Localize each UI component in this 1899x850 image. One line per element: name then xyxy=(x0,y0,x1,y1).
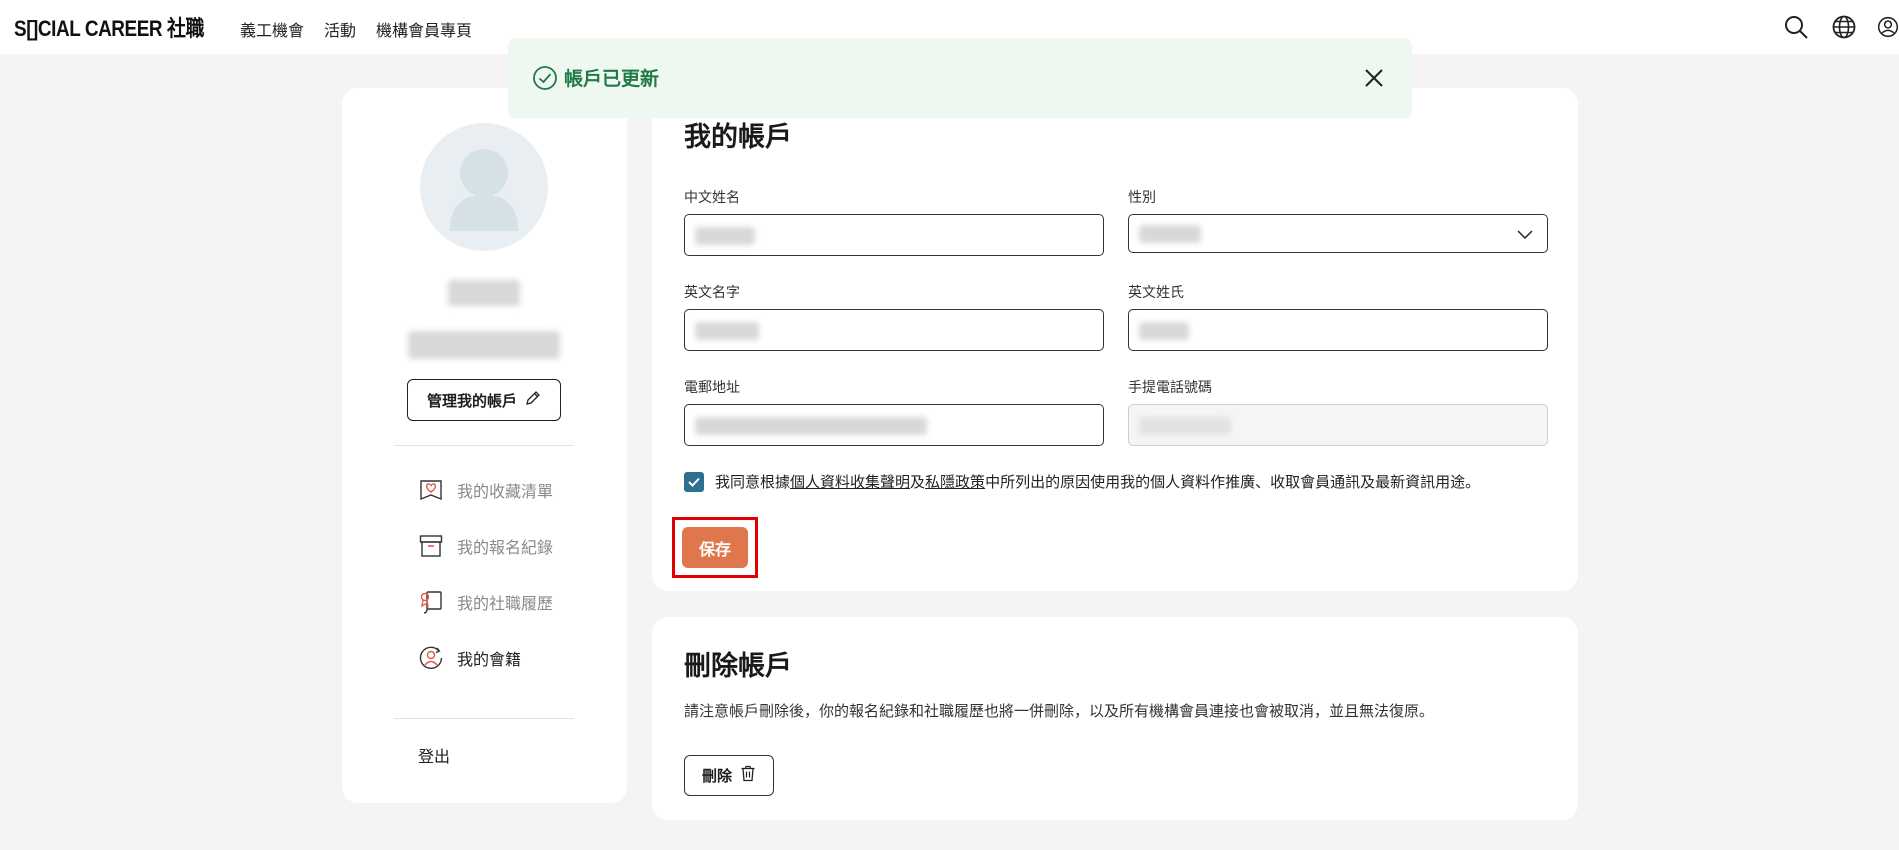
email-input[interactable] xyxy=(684,404,1104,446)
close-icon[interactable] xyxy=(1360,64,1388,92)
sidebar-item-label: 我的收藏清單 xyxy=(457,482,554,501)
consent-prefix: 我同意根據 xyxy=(715,473,791,491)
save-button-highlight: 保存 xyxy=(672,517,758,578)
nav-events[interactable]: 活動 xyxy=(324,17,356,41)
avatar xyxy=(420,123,548,251)
sidebar-item-registrations[interactable]: 我的報名紀錄 xyxy=(417,531,553,561)
resume-icon xyxy=(417,588,445,616)
consent-suffix: 中所列出的原因使用我的個人資料作推廣、收取會員通訊及最新資訊用途。 xyxy=(985,473,1481,491)
consent-text: 我同意根據個人資料收集聲明及私隱政策中所列出的原因使用我的個人資料作推廣、收取會… xyxy=(715,471,1480,492)
chinese-name-input[interactable] xyxy=(684,214,1104,256)
user-name-redacted xyxy=(448,280,520,306)
manage-account-button[interactable]: 管理我的帳戶 xyxy=(407,379,561,421)
english-last-name-input[interactable] xyxy=(1128,309,1548,351)
globe-icon[interactable] xyxy=(1829,12,1859,42)
mobile-label: 手提電話號碼 xyxy=(1128,380,1212,396)
english-first-name-redacted xyxy=(695,322,759,340)
site-logo[interactable]: S[]CIAL CAREER 社職 xyxy=(14,14,204,41)
gender-redacted xyxy=(1139,225,1201,243)
membership-icon xyxy=(417,644,445,672)
gender-label: 性別 xyxy=(1128,190,1156,206)
privacy-statement-link[interactable]: 個人資料收集聲明 xyxy=(790,473,910,491)
mobile-redacted xyxy=(1139,417,1231,435)
english-first-name-label: 英文名字 xyxy=(684,285,740,301)
sidebar-item-membership[interactable]: 我的會籍 xyxy=(417,643,521,673)
toast-message: 帳戶已更新 xyxy=(564,68,660,90)
sidebar-divider-top xyxy=(394,445,574,446)
chinese-name-redacted xyxy=(695,227,755,245)
bookmark-heart-icon xyxy=(417,476,445,504)
archive-box-icon xyxy=(417,532,445,560)
consent-row: 我同意根據個人資料收集聲明及私隱政策中所列出的原因使用我的個人資料作推廣、收取會… xyxy=(684,471,1480,492)
sidebar-item-resume[interactable]: 我的社職履歷 xyxy=(417,587,553,617)
mobile-input[interactable] xyxy=(1128,404,1548,446)
delete-label: 刪除 xyxy=(701,767,732,785)
chevron-down-icon xyxy=(1517,230,1533,240)
english-last-name-label: 英文姓氏 xyxy=(1128,285,1184,301)
english-first-name-input[interactable] xyxy=(684,309,1104,351)
consent-mid: 及 xyxy=(910,473,926,491)
check-circle-icon xyxy=(533,66,557,90)
chinese-name-label: 中文姓名 xyxy=(684,190,740,206)
sidebar-item-bookmarks[interactable]: 我的收藏清單 xyxy=(417,475,553,505)
my-account-card: 我的帳戶 中文姓名 性別 英文名字 英文姓氏 電郵地址 手提電話號碼 我同意根據… xyxy=(652,88,1578,591)
email-redacted xyxy=(695,417,927,435)
trash-icon xyxy=(740,765,756,786)
search-icon[interactable] xyxy=(1781,12,1811,42)
delete-account-button[interactable]: 刪除 xyxy=(684,755,774,796)
header-actions xyxy=(1781,12,1899,42)
delete-warning: 請注意帳戶刪除後，你的報名紀錄和社職履歷也將一併刪除，以及所有機構會員連接也會被… xyxy=(684,702,1435,720)
email-label: 電郵地址 xyxy=(684,380,740,396)
gender-select[interactable] xyxy=(1128,214,1548,253)
delete-title: 刪除帳戶 xyxy=(684,651,792,682)
sidebar-item-label: 我的社職履歷 xyxy=(457,594,554,613)
save-button[interactable]: 保存 xyxy=(682,527,748,568)
success-toast: 帳戶已更新 xyxy=(508,38,1412,118)
sidebar-item-label: 我的報名紀錄 xyxy=(457,538,554,557)
manage-account-label: 管理我的帳戶 xyxy=(426,391,517,410)
delete-account-card: 刪除帳戶 請注意帳戶刪除後，你的報名紀錄和社職履歷也將一併刪除，以及所有機構會員… xyxy=(652,617,1578,820)
check-icon xyxy=(688,477,700,487)
main-nav: 義工機會 活動 機構會員專頁 xyxy=(240,17,472,41)
pencil-icon xyxy=(525,390,541,410)
consent-checkbox[interactable] xyxy=(684,471,704,492)
nav-org-members[interactable]: 機構會員專頁 xyxy=(376,17,472,41)
page-title: 我的帳戶 xyxy=(684,122,792,153)
nav-volunteer[interactable]: 義工機會 xyxy=(240,17,304,41)
logout-link[interactable]: 登出 xyxy=(418,743,450,767)
user-icon[interactable] xyxy=(1877,12,1899,42)
account-sidebar: 管理我的帳戶 我的收藏清單 我的報名紀錄 我的社職履歷 我的會籍 登出 xyxy=(342,88,627,803)
user-email-redacted xyxy=(408,331,560,359)
privacy-policy-link[interactable]: 私隱政策 xyxy=(925,473,985,491)
sidebar-divider-bottom xyxy=(394,718,574,719)
sidebar-item-label: 我的會籍 xyxy=(457,650,522,669)
english-last-name-redacted xyxy=(1139,322,1189,340)
